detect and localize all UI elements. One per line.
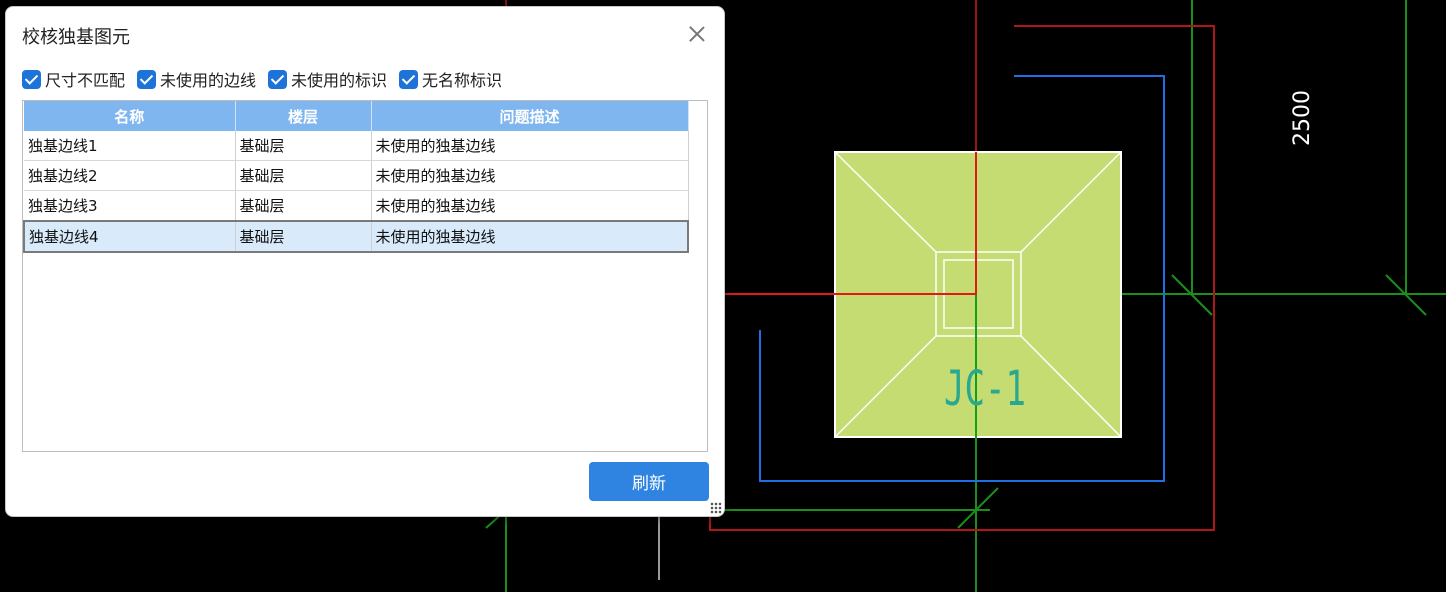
column-header-name[interactable]: 名称 xyxy=(24,101,236,131)
column-header-floor[interactable]: 楼层 xyxy=(235,101,372,131)
cell-description: 未使用的独基边线 xyxy=(371,220,689,253)
filter-label: 无名称标识 xyxy=(422,71,503,90)
refresh-button[interactable]: 刷新 xyxy=(589,462,709,501)
foundation-label: JC-1 xyxy=(944,361,1026,417)
dimension-text: 2500 xyxy=(1290,90,1315,146)
cell-floor: 基础层 xyxy=(235,160,372,191)
tick-mark xyxy=(957,487,999,529)
close-icon[interactable] xyxy=(684,21,710,47)
table-header: 名称 楼层 问题描述 xyxy=(24,101,689,131)
cell-floor: 基础层 xyxy=(235,131,372,161)
dialog-title: 校核独基图元 xyxy=(22,27,130,48)
cell-name: 独基边线3 xyxy=(24,190,236,222)
column-header-description[interactable]: 问题描述 xyxy=(371,101,689,131)
filter-label: 未使用的标识 xyxy=(291,71,388,90)
table-row-selected[interactable]: 独基边线4 基础层 未使用的独基边线 xyxy=(23,220,689,253)
filter-label: 尺寸不匹配 xyxy=(45,71,126,90)
filter-label: 未使用的边线 xyxy=(160,71,257,90)
checkbox-checked-icon[interactable] xyxy=(268,69,288,89)
cell-name: 独基边线1 xyxy=(24,131,236,161)
filter-bar: 尺寸不匹配 未使用的边线 未使用的标识 无名称标识 xyxy=(22,67,502,91)
cell-description: 未使用的独基边线 xyxy=(371,131,689,161)
filter-size-mismatch[interactable]: 尺寸不匹配 xyxy=(22,67,125,91)
checkbox-checked-icon[interactable] xyxy=(399,69,419,89)
cell-name: 独基边线4 xyxy=(23,220,236,253)
issue-table[interactable]: 名称 楼层 问题描述 独基边线1 基础层 未使用的独基边线 独基边线2 基础层 … xyxy=(22,100,708,452)
filter-unnamed-mark[interactable]: 无名称标识 xyxy=(399,67,502,91)
check-dialog: 校核独基图元 尺寸不匹配 未使用的边线 未使用的标识 无名称标识 名称 楼层 问… xyxy=(5,6,725,517)
cell-floor: 基础层 xyxy=(235,190,372,222)
checkbox-checked-icon[interactable] xyxy=(22,69,41,89)
cell-floor: 基础层 xyxy=(235,220,372,253)
table-row[interactable]: 独基边线3 基础层 未使用的独基边线 xyxy=(24,190,689,222)
cell-description: 未使用的独基边线 xyxy=(371,160,689,191)
table-row[interactable]: 独基边线1 基础层 未使用的独基边线 xyxy=(24,131,689,161)
table-row[interactable]: 独基边线2 基础层 未使用的独基边线 xyxy=(24,160,689,191)
checkbox-checked-icon[interactable] xyxy=(137,69,157,89)
cell-description: 未使用的独基边线 xyxy=(371,190,689,222)
resize-grip-icon[interactable] xyxy=(710,502,722,514)
cell-name: 独基边线2 xyxy=(24,160,236,191)
filter-unused-mark[interactable]: 未使用的标识 xyxy=(268,67,387,91)
filter-unused-edge[interactable]: 未使用的边线 xyxy=(137,67,256,91)
